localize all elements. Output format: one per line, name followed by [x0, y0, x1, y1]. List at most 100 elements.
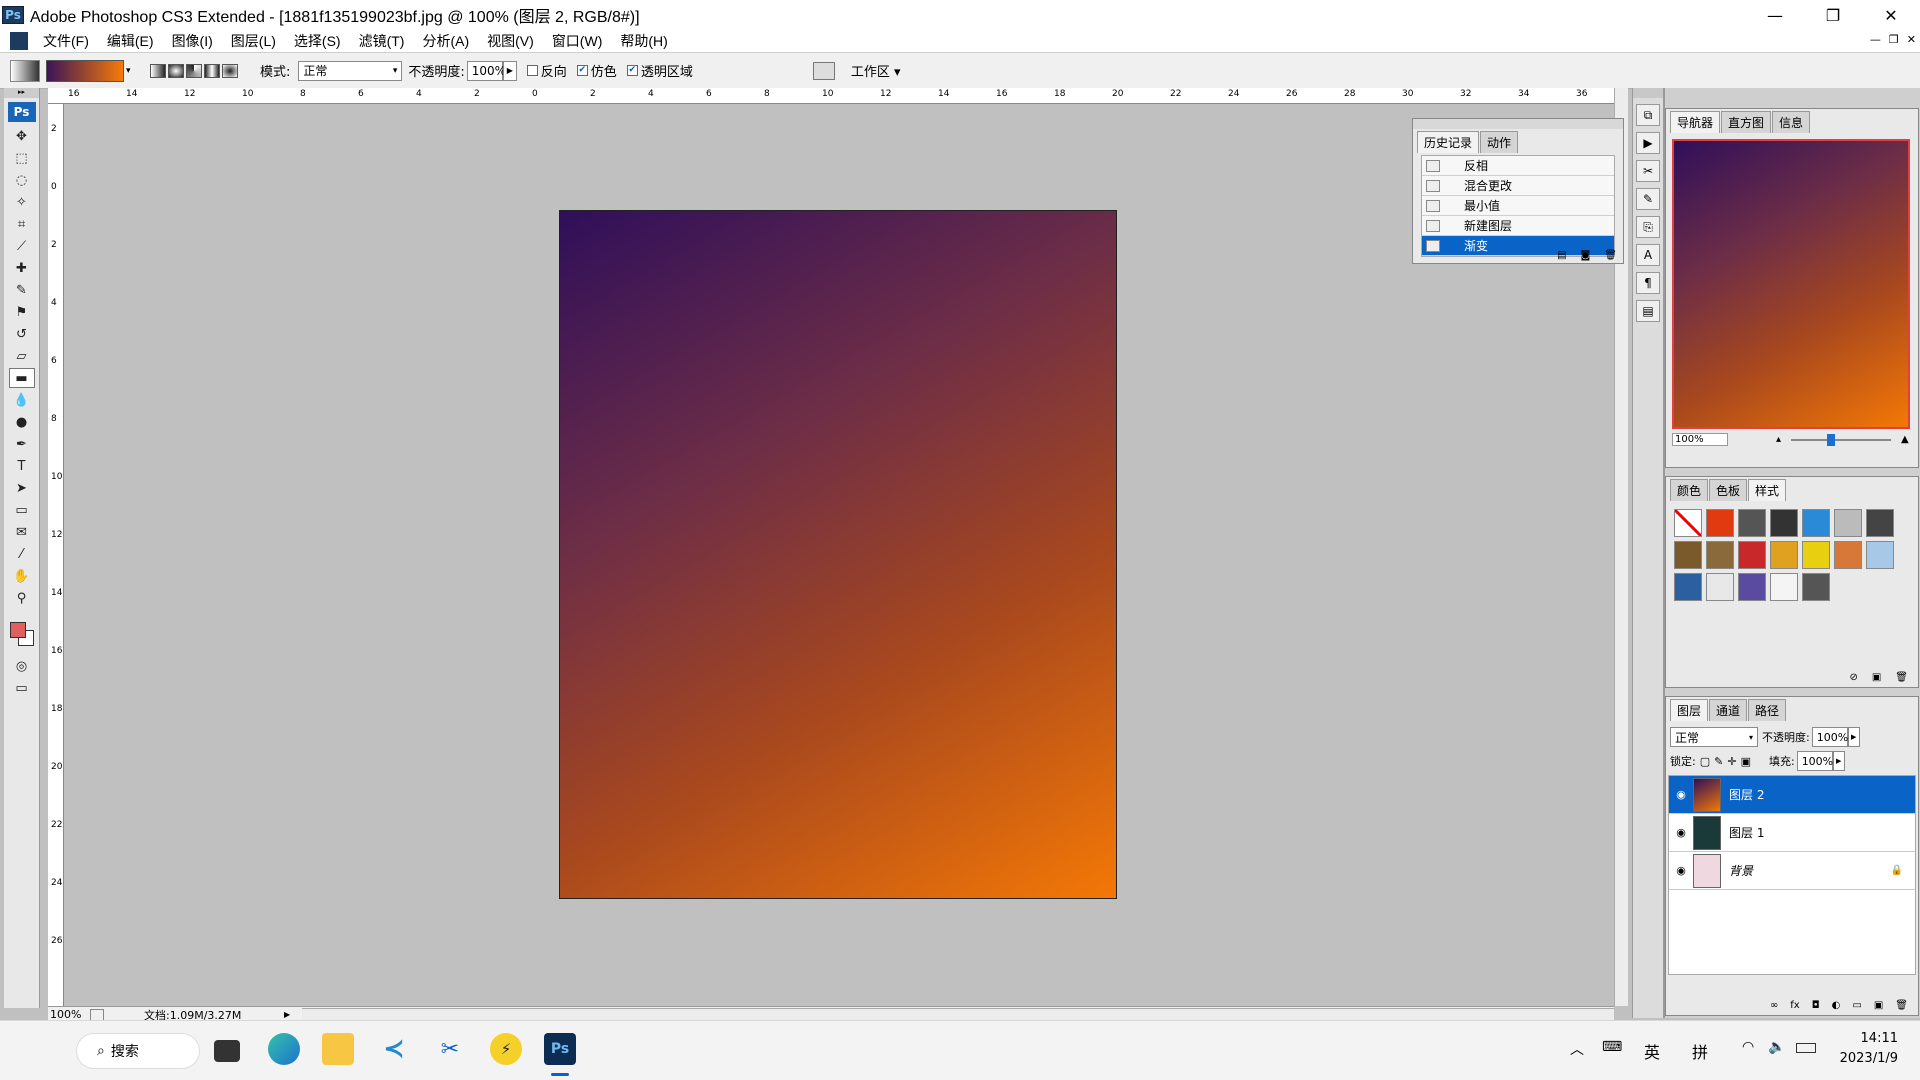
- foreground-color-swatch[interactable]: [10, 622, 26, 638]
- style-swatch[interactable]: [1706, 509, 1734, 537]
- path-select-tool-icon[interactable]: ➤: [9, 478, 35, 498]
- style-swatch[interactable]: [1834, 509, 1862, 537]
- ps-toolbox-logo[interactable]: Ps: [7, 102, 36, 122]
- new-style-icon[interactable]: ▣: [1872, 672, 1881, 683]
- tab-layers[interactable]: 图层: [1670, 699, 1709, 721]
- history-panel-header[interactable]: [1413, 119, 1623, 129]
- tool-preset-icon[interactable]: [10, 59, 40, 82]
- history-item[interactable]: 新建图层: [1422, 216, 1614, 236]
- menu-file[interactable]: 文件(F): [34, 30, 98, 53]
- lasso-tool-icon[interactable]: ◌: [9, 170, 35, 190]
- clone-source-icon[interactable]: ⎘: [1636, 216, 1660, 238]
- style-swatch[interactable]: [1834, 541, 1862, 569]
- doc-close-icon[interactable]: ✕: [1907, 33, 1916, 46]
- ime-language[interactable]: 英: [1644, 1039, 1660, 1063]
- layer-row[interactable]: ◉ 背景 🔒: [1669, 852, 1915, 890]
- crop-tool-icon[interactable]: ⌗: [9, 214, 35, 234]
- quick-mask-icon[interactable]: ◎: [9, 656, 35, 676]
- menu-image[interactable]: 图像(I): [163, 30, 222, 53]
- lock-pixels-icon[interactable]: ✎: [1714, 755, 1723, 768]
- menu-analysis[interactable]: 分析(A): [413, 30, 478, 53]
- style-swatch[interactable]: [1770, 509, 1798, 537]
- network-icon[interactable]: ◠: [1742, 1039, 1754, 1055]
- move-tool-icon[interactable]: ✥: [9, 126, 35, 146]
- document-canvas[interactable]: [559, 210, 1117, 899]
- angle-gradient-button[interactable]: [186, 63, 202, 78]
- opacity-input[interactable]: 100%: [466, 60, 506, 81]
- tab-info[interactable]: 信息: [1772, 111, 1811, 133]
- layer-opacity-arrow-icon[interactable]: ▶: [1847, 727, 1860, 747]
- toolbox-grip[interactable]: ▸▸: [4, 88, 39, 98]
- clear-style-icon[interactable]: ⊘: [1849, 672, 1857, 683]
- mode-select[interactable]: 正常 ▾: [298, 60, 403, 81]
- radial-gradient-button[interactable]: [168, 63, 184, 78]
- layer-comps-icon[interactable]: ⧉: [1636, 104, 1660, 126]
- brushes-icon[interactable]: ✎: [1636, 188, 1660, 210]
- new-group-icon[interactable]: ▭: [1852, 1000, 1861, 1011]
- reverse-checkbox[interactable]: 反向: [526, 61, 567, 80]
- style-swatch[interactable]: [1674, 509, 1702, 537]
- minimize-button[interactable]: —: [1746, 0, 1804, 30]
- screen-mode-icon[interactable]: ▭: [9, 678, 35, 698]
- tab-history[interactable]: 历史记录: [1417, 131, 1480, 153]
- menu-help[interactable]: 帮助(H): [611, 30, 676, 53]
- delete-layer-icon[interactable]: 🗑: [1895, 1000, 1908, 1011]
- navigator-preview[interactable]: [1672, 139, 1910, 429]
- show-hidden-icons[interactable]: ︿: [1570, 1039, 1584, 1059]
- stamp-tool-icon[interactable]: ⚑: [9, 302, 35, 322]
- layer-fill-arrow-icon[interactable]: ▶: [1832, 751, 1845, 771]
- tab-color[interactable]: 颜色: [1670, 479, 1709, 501]
- tab-paths[interactable]: 路径: [1748, 699, 1787, 721]
- menu-edit[interactable]: 编辑(E): [98, 30, 163, 53]
- style-swatch[interactable]: [1674, 541, 1702, 569]
- workspace-button[interactable]: 工作区 ▾: [851, 61, 901, 80]
- style-swatch[interactable]: [1770, 573, 1798, 601]
- style-swatch[interactable]: [1770, 541, 1798, 569]
- volume-icon[interactable]: 🔈: [1768, 1039, 1785, 1055]
- animation-icon[interactable]: ▶: [1636, 132, 1660, 154]
- doc-restore-icon[interactable]: ❐: [1889, 33, 1899, 46]
- transparency-checkbox[interactable]: ✔ 透明区域: [626, 61, 693, 80]
- brush-tool-icon[interactable]: ✎: [9, 280, 35, 300]
- zoom-in-icon[interactable]: ▲: [1901, 434, 1909, 445]
- layer-row[interactable]: ◉ 图层 2: [1669, 776, 1915, 814]
- magic-wand-tool-icon[interactable]: ✧: [9, 192, 35, 212]
- new-layer-icon[interactable]: ▣: [1874, 1000, 1883, 1011]
- tab-histogram[interactable]: 直方图: [1721, 111, 1772, 133]
- healing-tool-icon[interactable]: ✚: [9, 258, 35, 278]
- marquee-tool-icon[interactable]: ⬚: [9, 148, 35, 168]
- style-swatch[interactable]: [1738, 573, 1766, 601]
- lock-transparent-icon[interactable]: ▢: [1700, 755, 1710, 768]
- blur-tool-icon[interactable]: 💧: [9, 390, 35, 410]
- gradient-tool-icon[interactable]: ▬: [8, 368, 35, 388]
- pen-tool-icon[interactable]: ✒: [9, 434, 35, 454]
- file-explorer-icon[interactable]: [322, 1033, 354, 1065]
- style-swatch[interactable]: [1866, 509, 1894, 537]
- style-swatch[interactable]: [1802, 541, 1830, 569]
- opacity-arrow-icon[interactable]: ▶: [502, 60, 517, 81]
- tab-styles[interactable]: 样式: [1748, 479, 1787, 501]
- diamond-gradient-button[interactable]: [222, 63, 238, 78]
- lock-position-icon[interactable]: ✛: [1727, 755, 1736, 768]
- shape-tool-icon[interactable]: ▭: [9, 500, 35, 520]
- eraser-tool-icon[interactable]: ▱: [9, 346, 35, 366]
- style-swatch[interactable]: [1706, 541, 1734, 569]
- adjustment-layer-icon[interactable]: ◐: [1832, 1000, 1841, 1011]
- layer-fill-input[interactable]: 100%: [1796, 751, 1833, 771]
- ime-mode[interactable]: 拼: [1692, 1039, 1708, 1063]
- reflected-gradient-button[interactable]: [204, 63, 220, 78]
- clock[interactable]: 14:11 2023/1/9: [1838, 1029, 1898, 1069]
- style-swatch[interactable]: [1802, 573, 1830, 601]
- delete-style-icon[interactable]: 🗑: [1895, 672, 1908, 683]
- gradient-dropdown-icon[interactable]: ▾: [126, 66, 136, 76]
- style-swatch[interactable]: [1738, 509, 1766, 537]
- start-button[interactable]: [24, 1036, 54, 1066]
- tab-channels[interactable]: 通道: [1709, 699, 1748, 721]
- link-layers-icon[interactable]: ∞: [1770, 1000, 1778, 1011]
- trash-icon[interactable]: 🗑: [1604, 250, 1617, 261]
- zoom-tool-icon[interactable]: ⚲: [9, 588, 35, 608]
- gradient-picker[interactable]: [46, 59, 124, 82]
- paragraph-icon[interactable]: ¶: [1636, 272, 1660, 294]
- history-item[interactable]: 最小值: [1422, 196, 1614, 216]
- snipping-tool-icon[interactable]: ✂: [434, 1033, 466, 1065]
